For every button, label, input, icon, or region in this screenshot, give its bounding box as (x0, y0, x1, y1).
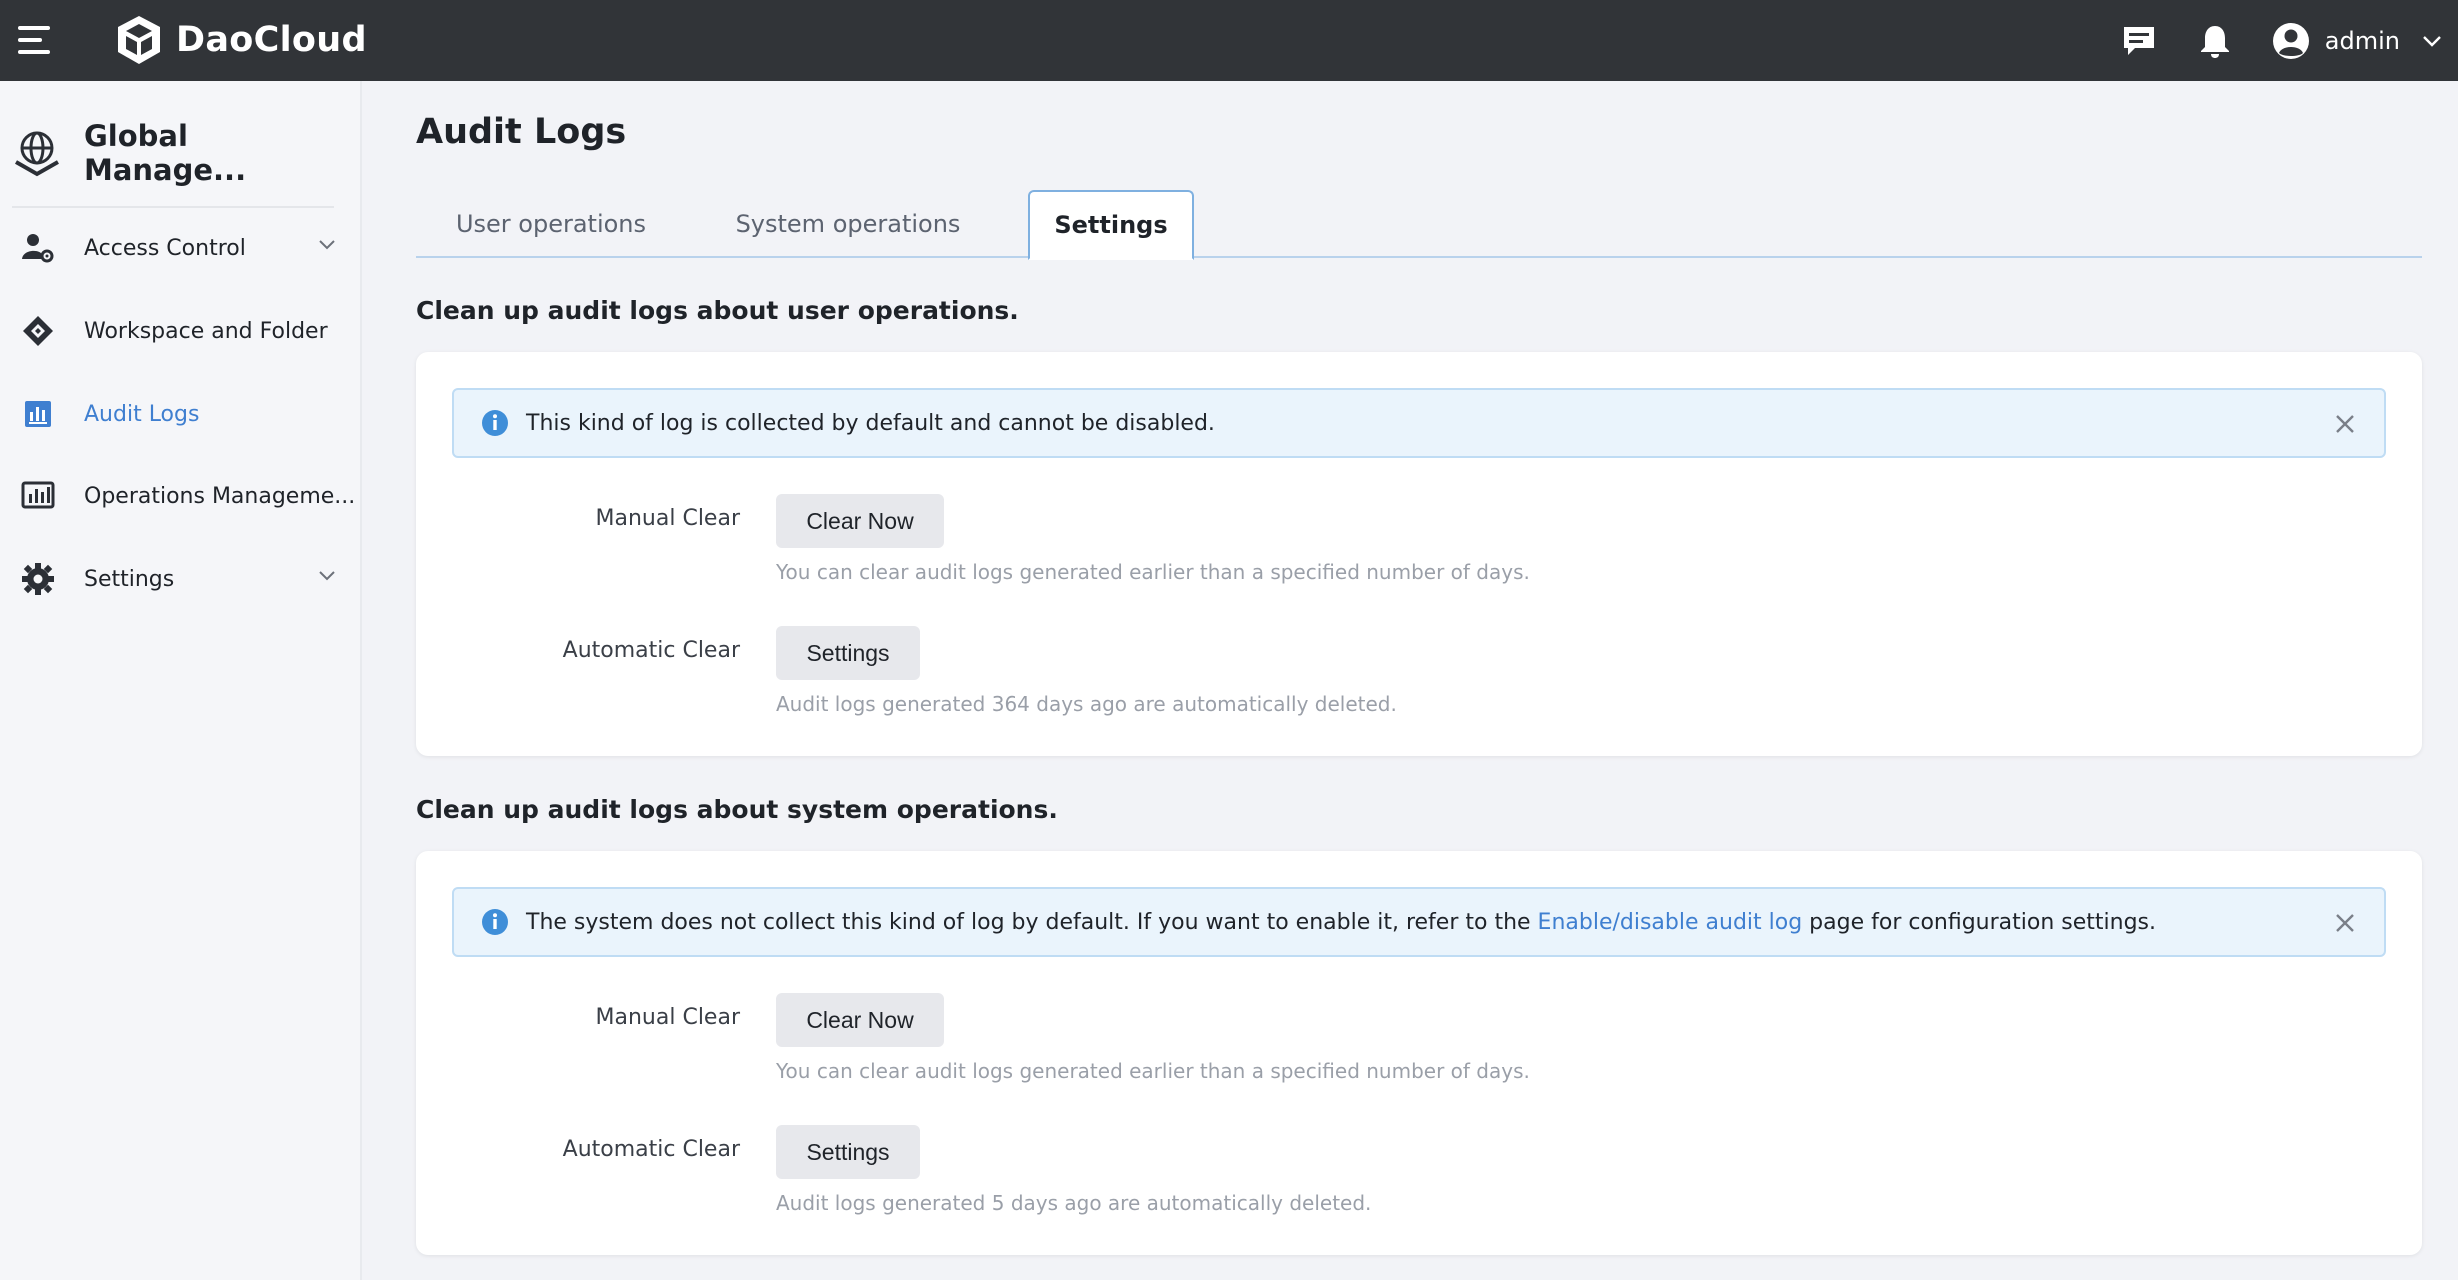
workspace-icon (20, 313, 56, 349)
close-icon[interactable] (2332, 910, 2358, 936)
chevron-down-icon[interactable] (2422, 35, 2442, 47)
tab-system-operations[interactable]: System operations (716, 190, 980, 258)
info-alert: This kind of log is collected by default… (452, 388, 2386, 458)
chevron-down-icon[interactable] (318, 570, 336, 582)
top-bar: DaoCloud admin (0, 0, 2458, 81)
automatic-clear-hint: Audit logs generated 5 days ago are auto… (776, 1191, 1372, 1215)
menu-icon[interactable] (18, 24, 54, 56)
enable-disable-audit-log-link[interactable]: Enable/disable audit log (1538, 910, 1803, 935)
automatic-clear-hint: Audit logs generated 364 days ago are au… (776, 692, 1397, 716)
sidebar-item-label: Audit Logs (84, 401, 200, 427)
sidebar-item-operations-management[interactable]: Operations Manageme... (0, 466, 360, 526)
daocloud-logo-icon (118, 16, 160, 64)
automatic-clear-label: Automatic Clear (562, 638, 740, 663)
tab-user-operations[interactable]: User operations (446, 190, 656, 258)
message-icon[interactable] (2119, 21, 2159, 61)
user-gear-icon (20, 230, 56, 266)
bar-chart-icon (20, 396, 56, 432)
alert-text-before: The system does not collect this kind of… (526, 909, 1538, 935)
page-title: Audit Logs (416, 112, 627, 152)
sidebar-item-workspace-and-folder[interactable]: Workspace and Folder (0, 301, 360, 361)
bell-icon[interactable] (2195, 21, 2235, 61)
brand-name: DaoCloud (176, 20, 367, 60)
monitor-chart-icon (20, 478, 56, 514)
info-alert: The system does not collect this kind of… (452, 887, 2386, 957)
sidebar-item-settings[interactable]: Settings (0, 549, 360, 609)
alert-text: The system does not collect this kind of… (526, 910, 2156, 935)
sidebar-header: Global Manage... (12, 119, 360, 187)
manual-clear-label: Manual Clear (595, 1005, 740, 1030)
automatic-clear-label: Automatic Clear (562, 1137, 740, 1162)
tab-settings[interactable]: Settings (1028, 190, 1194, 260)
sidebar-item-audit-logs[interactable]: Audit Logs (0, 384, 360, 444)
clear-now-button[interactable]: Clear Now (776, 993, 944, 1047)
automatic-clear-settings-button[interactable]: Settings (776, 626, 920, 680)
clear-now-button[interactable]: Clear Now (776, 494, 944, 548)
close-icon[interactable] (2332, 411, 2358, 437)
alert-text: This kind of log is collected by default… (526, 410, 1215, 436)
manual-clear-label: Manual Clear (595, 506, 740, 531)
system-operations-card: The system does not collect this kind of… (416, 851, 2422, 1255)
sidebar-item-access-control[interactable]: Access Control (0, 218, 360, 278)
alert-text-after: page for configuration settings. (1802, 909, 2157, 935)
manual-clear-hint: You can clear audit logs generated earli… (776, 560, 1530, 584)
sidebar-title: Global Manage... (83, 119, 247, 187)
sidebar-item-label: Settings (84, 566, 175, 592)
automatic-clear-settings-button[interactable]: Settings (776, 1125, 920, 1179)
sidebar-divider (12, 206, 334, 208)
section-heading-user-operations: Clean up audit logs about user operation… (416, 296, 1019, 325)
sidebar-item-label: Access Control (84, 235, 246, 261)
manual-clear-hint: You can clear audit logs generated earli… (776, 1059, 1530, 1083)
globe-icon (15, 131, 59, 177)
avatar-icon[interactable] (2271, 21, 2311, 61)
chevron-down-icon[interactable] (318, 239, 336, 251)
info-icon (482, 410, 508, 436)
gear-icon (20, 561, 56, 597)
sidebar-item-label: Workspace and Folder (84, 318, 328, 344)
section-heading-system-operations: Clean up audit logs about system operati… (416, 795, 1058, 824)
logo[interactable]: DaoCloud (114, 12, 367, 68)
tab-bar: User operations System operations Settin… (416, 190, 2422, 260)
sidebar-item-label: Operations Manageme... (84, 483, 356, 509)
user-name[interactable]: admin (2325, 27, 2400, 55)
sidebar: Global Manage... Access Control Workspac… (0, 81, 362, 1280)
info-icon (482, 909, 508, 935)
user-operations-card: This kind of log is collected by default… (416, 352, 2422, 756)
